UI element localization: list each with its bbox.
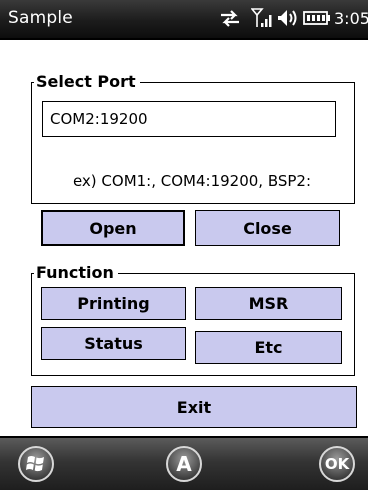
clock[interactable]: 3:05	[334, 9, 368, 28]
port-hint-text: ex) COM1:, COM4:19200, BSP2:	[72, 172, 312, 190]
ok-button[interactable]: OK	[318, 445, 356, 483]
exit-button[interactable]: Exit	[31, 386, 357, 428]
close-button[interactable]: Close	[195, 210, 340, 246]
select-port-legend: Select Port	[34, 73, 140, 91]
printing-button[interactable]: Printing	[41, 287, 186, 320]
ok-label: OK	[324, 455, 350, 473]
center-a-button[interactable]: A	[165, 445, 203, 483]
top-divider	[0, 38, 368, 40]
msr-button[interactable]: MSR	[195, 287, 342, 320]
sync-arrows-icon[interactable]	[219, 7, 241, 33]
etc-button[interactable]: Etc	[195, 331, 342, 364]
function-legend: Function	[34, 264, 118, 282]
battery-icon[interactable]	[303, 7, 331, 33]
status-button[interactable]: Status	[41, 327, 186, 360]
speaker-icon[interactable]	[277, 7, 301, 33]
open-button[interactable]: Open	[41, 210, 185, 246]
status-bar: Sample 3:05	[0, 0, 368, 38]
center-a-label: A	[176, 452, 192, 476]
app-title: Sample	[8, 8, 73, 28]
soft-key-bar: A OK	[0, 438, 368, 490]
windows-start-icon[interactable]	[17, 445, 55, 487]
signal-strength-icon[interactable]	[250, 7, 273, 33]
port-input[interactable]	[42, 101, 336, 137]
